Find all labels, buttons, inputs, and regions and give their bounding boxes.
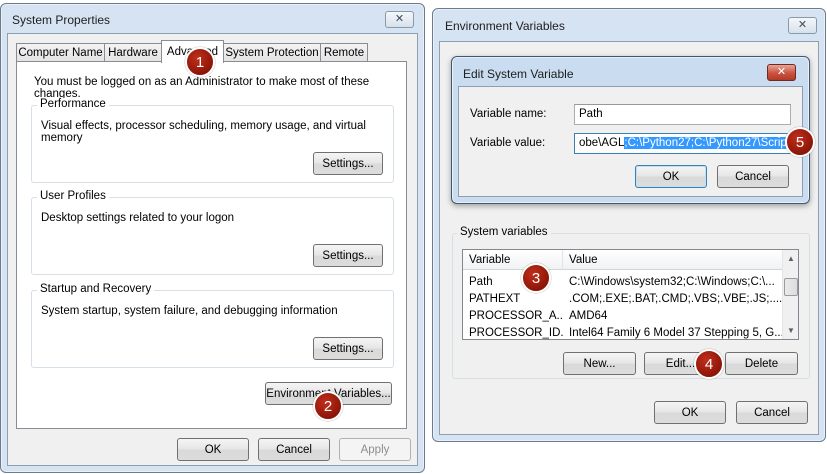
variable-value-prefix: obe\AGL — [579, 137, 625, 149]
system-properties-window: System Properties ✕ Computer Name Hardwa… — [0, 3, 425, 473]
edit-system-variable-close-button[interactable]: ✕ — [767, 64, 796, 81]
step-badge-3: 3 — [521, 263, 551, 293]
close-icon: ✕ — [776, 66, 787, 78]
step-badge-4: 4 — [694, 349, 724, 379]
tab-remote[interactable]: Remote — [320, 43, 368, 62]
list-item-processor-architecture[interactable]: PROCESSOR_A... AMD64 — [463, 308, 783, 325]
user-profiles-legend: User Profiles — [37, 190, 109, 202]
variable-name-cell: PATHEXT — [469, 293, 521, 305]
list-item-processor-identifier[interactable]: PROCESSOR_ID... Intel64 Family 6 Model 3… — [463, 325, 783, 339]
delete-variable-button[interactable]: Delete — [725, 352, 798, 375]
variable-value-cell: AMD64 — [569, 310, 608, 322]
edit-system-variable-titlebar[interactable]: Edit System Variable ✕ — [452, 57, 809, 85]
variable-value-label: Variable value: — [470, 137, 546, 149]
system-properties-titlebar[interactable]: System Properties ✕ — [1, 4, 424, 32]
performance-legend: Performance — [37, 98, 109, 110]
system-variables-legend: System variables — [457, 226, 551, 238]
variable-name-cell: PROCESSOR_A... — [469, 310, 563, 322]
environment-variables-titlebar[interactable]: Environment Variables ✕ — [433, 9, 825, 37]
system-properties-title: System Properties — [12, 13, 111, 27]
scroll-thumb[interactable] — [784, 278, 798, 296]
system-properties-close-button[interactable]: ✕ — [385, 11, 414, 28]
admin-note: You must be logged on as an Administrato… — [34, 76, 370, 100]
variable-name-field[interactable]: Path — [574, 104, 791, 125]
edit-variable-ok-button[interactable]: OK — [635, 165, 707, 188]
new-variable-button[interactable]: New... — [563, 352, 636, 375]
scroll-down-icon[interactable]: ▼ — [783, 322, 798, 339]
list-scrollbar[interactable]: ▲ ▼ — [782, 250, 798, 339]
environment-variables-cancel-button[interactable]: Cancel — [736, 401, 808, 424]
variable-value-cell: .COM;.EXE;.BAT;.CMD;.VBS;.VBE;.JS;.... — [569, 293, 783, 305]
variable-name-label: Variable name: — [470, 108, 547, 120]
variable-value-cell: Intel64 Family 6 Model 37 Stepping 5, G.… — [569, 327, 783, 339]
environment-variables-ok-button[interactable]: OK — [654, 401, 726, 424]
edit-system-variable-title: Edit System Variable — [463, 67, 574, 81]
step-badge-5: 5 — [785, 127, 815, 157]
close-icon: ✕ — [797, 19, 808, 31]
tab-computer-name[interactable]: Computer Name — [16, 43, 105, 62]
list-item-pathext[interactable]: PATHEXT .COM;.EXE;.BAT;.CMD;.VBS;.VBE;.J… — [463, 291, 783, 308]
list-header: Variable Value — [463, 250, 783, 270]
user-profiles-description: Desktop settings related to your logon — [41, 212, 235, 224]
tab-hardware[interactable]: Hardware — [104, 43, 162, 62]
user-profiles-settings-button[interactable]: Settings... — [313, 244, 383, 267]
column-value[interactable]: Value — [563, 250, 783, 270]
variable-value-cell: C:\Windows\system32;C:\Windows;C:\... — [569, 276, 775, 288]
system-variables-list[interactable]: Variable Value Path C:\Windows\system32;… — [462, 249, 799, 340]
startup-recovery-group: Startup and Recovery System startup, sys… — [31, 283, 394, 368]
edit-variable-cancel-button[interactable]: Cancel — [717, 165, 789, 188]
environment-variables-close-button[interactable]: ✕ — [788, 17, 817, 34]
system-properties-apply-button[interactable]: Apply — [339, 438, 411, 461]
advanced-tab-panel: You must be logged on as an Administrato… — [16, 61, 407, 429]
list-item-path[interactable]: Path C:\Windows\system32;C:\Windows;C:\.… — [463, 274, 783, 291]
startup-recovery-settings-button[interactable]: Settings... — [313, 337, 383, 360]
performance-settings-button[interactable]: Settings... — [313, 152, 383, 175]
startup-recovery-description: System startup, system failure, and debu… — [41, 305, 338, 317]
scroll-up-icon[interactable]: ▲ — [783, 250, 798, 267]
system-properties-ok-button[interactable]: OK — [177, 438, 249, 461]
user-profiles-group: User Profiles Desktop settings related t… — [31, 190, 394, 275]
edit-system-variable-window: Edit System Variable ✕ Variable name: Pa… — [451, 56, 810, 204]
step-badge-1: 1 — [185, 47, 215, 77]
performance-description: Visual effects, processor scheduling, me… — [41, 120, 366, 144]
variable-value-field[interactable]: obe\AGL;C:\Python27;C:\Python27\Scripts — [574, 133, 791, 154]
column-variable[interactable]: Variable — [463, 250, 563, 270]
tab-system-protection[interactable]: System Protection — [223, 43, 321, 62]
variable-value-selection: ;C:\Python27;C:\Python27\Scripts — [624, 137, 790, 149]
close-icon: ✕ — [394, 13, 405, 25]
edit-system-variable-client: Variable name: Path Variable value: obe\… — [458, 86, 803, 197]
performance-group: Performance Visual effects, processor sc… — [31, 98, 394, 183]
variable-name-cell: PROCESSOR_ID... — [469, 327, 563, 339]
system-properties-cancel-button[interactable]: Cancel — [258, 438, 330, 461]
environment-variables-title: Environment Variables — [445, 19, 565, 33]
startup-recovery-legend: Startup and Recovery — [37, 283, 155, 295]
step-badge-2: 2 — [313, 391, 343, 421]
